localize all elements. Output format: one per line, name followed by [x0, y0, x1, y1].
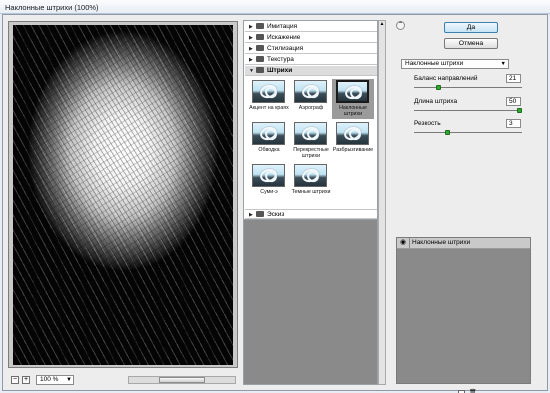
scroll-up-icon[interactable]: ▲: [379, 21, 385, 28]
effect-layer-name: Наклонные штрихи: [412, 239, 471, 246]
filter-thumb-angled-strokes[interactable]: Наклонные штрихи: [332, 79, 374, 119]
zoom-out-button[interactable]: −: [11, 376, 19, 384]
folder-icon: [256, 23, 264, 29]
filter-thumb-spatter[interactable]: Разбрызгивание: [332, 121, 374, 161]
filter-list-scrollbar[interactable]: ▲: [378, 20, 386, 385]
folder-icon: [256, 34, 264, 40]
window-title: Наклонные штрихи (100%): [5, 3, 99, 12]
ok-button[interactable]: Да: [444, 22, 498, 33]
zoom-in-button[interactable]: +: [22, 376, 30, 384]
direction-balance-input[interactable]: 21: [506, 74, 521, 83]
folder-icon: [256, 211, 264, 217]
zoom-value: 100 %: [40, 376, 59, 383]
filter-thumb-crosshatch[interactable]: Перекрестные штрихи: [290, 121, 332, 161]
effect-layers-panel: ◉ Наклонные штрихи: [396, 237, 531, 384]
expand-arrow-icon: ▶: [249, 35, 253, 41]
title-bar: Наклонные штрихи (100%): [0, 0, 550, 14]
chevron-down-icon: ▼: [66, 377, 72, 383]
filter-thumb-ink-outlines[interactable]: Обводка: [248, 121, 290, 161]
preview-image[interactable]: [13, 25, 233, 365]
collapse-arrow-icon: ▼: [249, 68, 254, 74]
filter-list: ▶ Имитация ▶ Искажение ▶ Стилизация ▶ Тексту…: [243, 20, 378, 220]
param-label-stroke-length: Длина штриха: [414, 98, 458, 105]
filter-thumb-airbrush[interactable]: Аэрограф: [290, 79, 332, 119]
slider-knob[interactable]: [436, 85, 441, 90]
folder-icon: [256, 45, 264, 51]
folder-icon: [256, 56, 264, 62]
filter-thumb-sumi-e[interactable]: Суми-э: [248, 163, 290, 203]
expand-arrow-icon: ▶: [249, 46, 253, 52]
filter-preview-image: [294, 80, 327, 103]
filter-gallery-dialog: − + 100 % ▼ ▶ Имитация ▶ Искажение ▶ Стилиз…: [2, 14, 548, 393]
stroke-length-slider[interactable]: [414, 108, 522, 114]
category-stylize[interactable]: ▶ Стилизация: [245, 44, 377, 54]
category-brush-strokes[interactable]: ▼ Штрихи: [245, 66, 377, 76]
filter-select[interactable]: Наклонные штрихи ▼: [401, 59, 509, 69]
filter-preview-image: [252, 164, 285, 187]
double-chevron-up-icon[interactable]: ⌃: [396, 21, 405, 30]
expand-arrow-icon: ▶: [249, 24, 253, 30]
preview-panel: [8, 21, 238, 368]
filter-select-value: Наклонные штрихи: [405, 60, 464, 67]
slider-knob[interactable]: [445, 130, 450, 135]
filter-thumb-dark-strokes[interactable]: Темные штрихи: [290, 163, 332, 203]
category-distort[interactable]: ▶ Искажение: [245, 33, 377, 43]
effect-layer-row[interactable]: ◉ Наклонные штрихи: [397, 238, 530, 249]
filter-preview-image: [252, 80, 285, 103]
direction-balance-slider[interactable]: [414, 85, 522, 91]
filter-thumb-accented-edges[interactable]: Акцент на краях: [248, 79, 290, 119]
chevron-down-icon: ▼: [500, 61, 506, 67]
expand-arrow-icon: ▶: [249, 212, 253, 218]
scrollbar-thumb[interactable]: [159, 377, 205, 383]
stroke-length-input[interactable]: 50: [506, 97, 521, 106]
sharpness-slider[interactable]: [414, 130, 522, 136]
cancel-button[interactable]: Отмена: [444, 38, 498, 49]
filter-preview-image: [336, 122, 369, 145]
preview-zoom-bar: − + 100 % ▼: [8, 375, 238, 387]
filter-list-empty-area: [243, 220, 378, 385]
param-label-direction-balance: Баланс направлений: [414, 75, 478, 82]
category-imitation[interactable]: ▶ Имитация: [245, 22, 377, 32]
category-sketch[interactable]: ▶ Эскиз: [245, 209, 377, 219]
folder-open-icon: [256, 67, 264, 73]
preview-horizontal-scrollbar[interactable]: [128, 376, 236, 384]
param-label-sharpness: Резкость: [414, 120, 441, 127]
category-texture[interactable]: ▶ Текстура: [245, 55, 377, 65]
expand-arrow-icon: ▶: [249, 57, 253, 63]
filter-preview-image: [336, 80, 369, 103]
zoom-select[interactable]: 100 % ▼: [36, 375, 74, 385]
sharpness-input[interactable]: 3: [506, 119, 521, 128]
slider-knob[interactable]: [517, 108, 522, 113]
filter-preview-image: [294, 122, 327, 145]
filter-preview-image: [252, 122, 285, 145]
eye-icon[interactable]: ◉: [400, 239, 408, 247]
filter-preview-image: [294, 164, 327, 187]
